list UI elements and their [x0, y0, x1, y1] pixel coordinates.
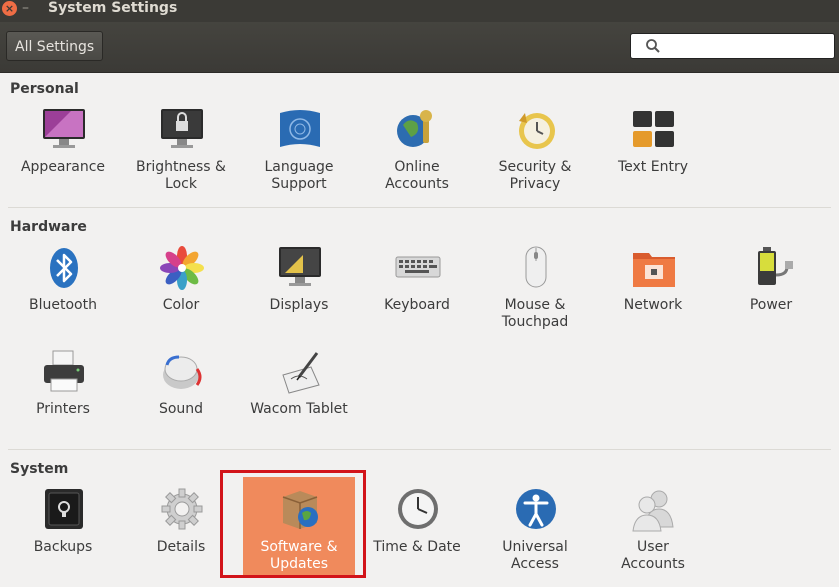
item-label: Keyboard	[384, 297, 450, 313]
language-support-icon	[280, 110, 320, 147]
item-label: Mouse & Touchpad	[501, 297, 569, 330]
item-label: Universal Access	[502, 539, 568, 572]
text-entry-icon	[633, 111, 674, 147]
item-label: Power	[749, 297, 793, 313]
brightness-lock-icon	[161, 109, 203, 148]
item-label: Time & Date	[373, 539, 461, 555]
mouse-icon	[525, 246, 547, 288]
displays-icon	[279, 247, 321, 286]
item-label: Network	[623, 297, 683, 313]
sound-icon	[163, 355, 202, 389]
section-divider	[8, 449, 831, 450]
item-label: Color	[162, 297, 200, 313]
item-label: User Accounts	[621, 539, 685, 572]
item-label: Bluetooth	[29, 297, 97, 313]
item-brightness-lock[interactable]: Brightness & Lock	[125, 107, 237, 207]
color-icon	[160, 246, 204, 290]
details-gear-icon	[161, 488, 203, 530]
item-keyboard[interactable]: Keyboard	[361, 245, 473, 345]
clock-icon	[398, 489, 438, 529]
item-sound[interactable]: Sound	[125, 349, 237, 449]
item-color[interactable]: Color	[125, 245, 237, 345]
item-backups[interactable]: Backups	[7, 487, 119, 587]
section-title-personal: Personal	[10, 81, 79, 97]
search-icon	[646, 39, 660, 53]
user-accounts-icon	[632, 490, 674, 532]
item-user-accounts[interactable]: User Accounts	[597, 487, 709, 587]
item-label: Wacom Tablet	[250, 401, 348, 417]
item-language-support[interactable]: Language Support	[243, 107, 355, 207]
title-bar: × – System Settings	[0, 0, 839, 22]
backups-icon	[45, 489, 83, 529]
search-input[interactable]	[630, 33, 835, 59]
item-label: Appearance	[20, 159, 106, 175]
item-wacom-tablet[interactable]: Wacom Tablet	[243, 349, 355, 449]
power-icon	[758, 247, 793, 285]
item-displays[interactable]: Displays	[243, 245, 355, 345]
appearance-icon	[43, 109, 85, 148]
item-label: Security & Privacy	[498, 159, 572, 192]
item-appearance[interactable]: Appearance	[7, 107, 119, 207]
toolbar: All Settings	[0, 22, 839, 73]
item-label: Online Accounts	[385, 159, 449, 192]
section-title-hardware: Hardware	[10, 219, 87, 235]
item-time-date[interactable]: Time & Date	[361, 487, 473, 587]
item-mouse-touchpad[interactable]: Mouse & Touchpad	[479, 245, 591, 345]
window-title: System Settings	[48, 0, 178, 16]
item-label: Sound	[158, 401, 204, 417]
network-icon	[633, 253, 675, 287]
bluetooth-icon	[50, 248, 78, 288]
online-accounts-icon	[397, 110, 432, 147]
item-text-entry[interactable]: Text Entry	[597, 107, 709, 207]
item-bluetooth[interactable]: Bluetooth	[7, 245, 119, 345]
item-label: Printers	[36, 401, 90, 417]
close-icon[interactable]: ×	[2, 1, 17, 16]
item-label: Brightness & Lock	[136, 159, 226, 192]
section-title-system: System	[10, 461, 69, 477]
highlight-annotation-box	[220, 470, 366, 578]
item-power[interactable]: Power	[715, 245, 827, 345]
item-label: Text Entry	[617, 159, 688, 175]
item-label: Backups	[33, 539, 93, 555]
item-online-accounts[interactable]: Online Accounts	[361, 107, 473, 207]
minimize-icon[interactable]: –	[22, 0, 29, 16]
item-label: Displays	[269, 297, 329, 313]
universal-access-icon	[516, 489, 556, 529]
keyboard-icon	[395, 256, 441, 278]
item-security-privacy[interactable]: Security & Privacy	[479, 107, 591, 207]
printer-icon	[44, 350, 84, 392]
section-divider	[8, 207, 831, 208]
item-printers[interactable]: Printers	[7, 349, 119, 449]
item-network[interactable]: Network	[597, 245, 709, 345]
wacom-tablet-icon	[282, 352, 320, 394]
item-universal-access[interactable]: Universal Access	[479, 487, 591, 587]
item-label: Language Support	[264, 159, 334, 192]
all-settings-button[interactable]: All Settings	[6, 31, 104, 61]
security-privacy-icon	[519, 113, 555, 149]
